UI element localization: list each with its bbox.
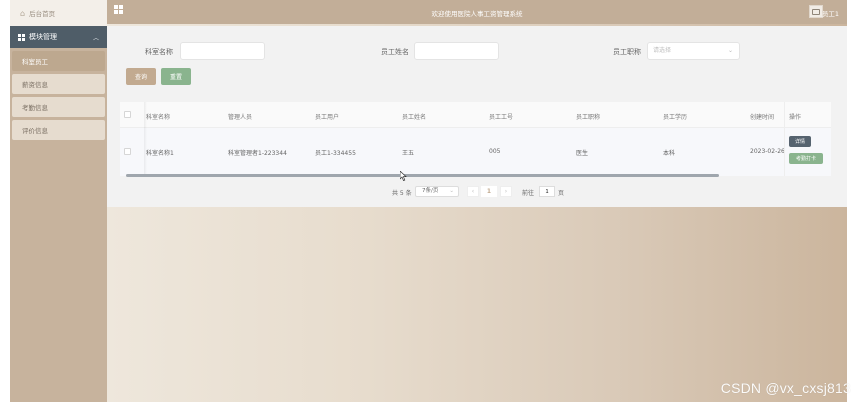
row-checkbox[interactable]	[124, 148, 131, 155]
query-button[interactable]: 查询	[126, 68, 156, 85]
col-created-time: 创建时间	[750, 114, 775, 121]
sidebar-section-label: 模块管理	[29, 33, 57, 41]
chevron-down-icon: ⌄	[727, 47, 733, 54]
data-table: 科室名称 管理人员 员工用户 员工姓名 员工工号 员工职称 员工学历 创建时间 …	[120, 102, 831, 176]
cell-staff-number: 005	[489, 148, 501, 155]
sidebar-item-evaluation[interactable]: 评价信息	[12, 120, 105, 140]
page-number-current[interactable]: 1	[481, 186, 497, 197]
col-operation: 操作	[789, 114, 802, 121]
goto-label: 前往	[522, 190, 535, 197]
cell-staff-user: 员工1-334455	[315, 150, 356, 157]
sidebar-item-attendance[interactable]: 考勤信息	[12, 97, 105, 117]
operation-column: 操作 详情 考勤打卡	[784, 102, 831, 176]
page-size-select[interactable]: 7条/页 ⌄	[415, 186, 459, 197]
col-staff-title: 员工职称	[576, 114, 601, 121]
cell-created-time: 2023-02-26	[750, 148, 785, 155]
mouse-cursor-icon	[400, 171, 407, 181]
cell-staff-education: 本科	[663, 150, 676, 157]
staff-title-select[interactable]: 请选择 ⌄	[647, 42, 740, 60]
reset-button[interactable]: 重置	[161, 68, 191, 85]
staff-name-input[interactable]	[414, 42, 499, 60]
staff-title-placeholder: 请选择	[653, 47, 672, 54]
chevron-down-icon: ⌄	[449, 188, 454, 194]
cell-dept-name: 科室名称1	[146, 150, 174, 157]
prev-page-button[interactable]: ‹	[467, 186, 479, 197]
sidebar-item-label: 薪资信息	[22, 81, 48, 89]
staff-title-label: 员工职称	[613, 48, 641, 56]
sidebar-item-salary[interactable]: 薪资信息	[12, 74, 105, 94]
right-edge	[847, 0, 855, 402]
staff-name-label: 员工姓名	[381, 48, 409, 56]
cell-manager: 科室管理者1-223344	[228, 150, 287, 157]
col-staff-education: 员工学历	[663, 114, 688, 121]
sidebar-item-label: 科室员工	[22, 58, 48, 66]
page-size-value: 7条/页	[422, 188, 439, 194]
next-page-button[interactable]: ›	[500, 186, 512, 197]
col-staff-number: 员工工号	[489, 114, 514, 121]
table-row[interactable]: 科室名称1 科室管理者1-223344 员工1-334455 王五 005 医生…	[120, 128, 831, 176]
sidebar-item-dept-staff[interactable]: 科室员工	[12, 51, 105, 71]
topbar: 欢迎使用医院人事工资管理系统 员工1	[107, 0, 847, 24]
sidebar-item-label: 评价信息	[22, 127, 48, 135]
home-link-label: 后台首页	[29, 10, 56, 18]
pagination-total: 共 5 条	[392, 190, 412, 197]
dept-name-input[interactable]	[180, 42, 265, 60]
user-name[interactable]: 员工1	[822, 8, 839, 18]
grid-icon	[18, 33, 25, 41]
cell-staff-title: 医生	[576, 150, 589, 157]
goto-page-suffix: 页	[558, 190, 565, 197]
horizontal-scrollbar[interactable]	[126, 174, 719, 177]
search-bar: 科室名称 员工姓名 员工职称 请选择 ⌄	[107, 42, 847, 62]
sidebar-section-module-management[interactable]: 模块管理 ︿	[10, 26, 107, 48]
col-staff-user: 员工用户	[315, 114, 340, 121]
attendance-clock-in-button[interactable]: 考勤打卡	[789, 153, 823, 164]
cell-staff-name: 王五	[402, 150, 415, 157]
sidebar: 模块管理 ︿ 科室员工 薪资信息 考勤信息 评价信息	[10, 26, 107, 402]
goto-page-input[interactable]	[539, 186, 555, 197]
table-header: 科室名称 管理人员 员工用户 员工姓名 员工工号 员工职称 员工学历 创建时间	[120, 102, 831, 128]
col-dept-name: 科室名称	[146, 114, 171, 121]
image-icon	[812, 8, 820, 15]
chevron-up-icon: ︿	[92, 35, 99, 42]
dept-name-label: 科室名称	[145, 48, 173, 56]
watermark: CSDN @vx_cxsj813	[720, 380, 851, 396]
pagination: 共 5 条 7条/页 ⌄ ‹ 1 › 前往 页	[107, 186, 847, 198]
select-all-checkbox[interactable]	[124, 111, 131, 118]
operation-header-cell: 操作	[785, 102, 831, 128]
fixed-column-shadow	[144, 102, 147, 176]
app-title: 欢迎使用医院人事工资管理系统	[431, 10, 523, 18]
operation-cell: 详情 考勤打卡	[785, 128, 831, 176]
home-icon: ⌂	[20, 8, 26, 18]
col-staff-name: 员工姓名	[402, 114, 427, 121]
main-panel: 科室名称 员工姓名 员工职称 请选择 ⌄ 查询 重置 科室名称 管理人员 员工用…	[107, 26, 847, 207]
detail-button[interactable]: 详情	[789, 136, 811, 147]
col-manager: 管理人员	[228, 114, 253, 121]
home-link[interactable]: ⌂ 后台首页	[10, 0, 107, 26]
sidebar-item-label: 考勤信息	[22, 104, 48, 112]
